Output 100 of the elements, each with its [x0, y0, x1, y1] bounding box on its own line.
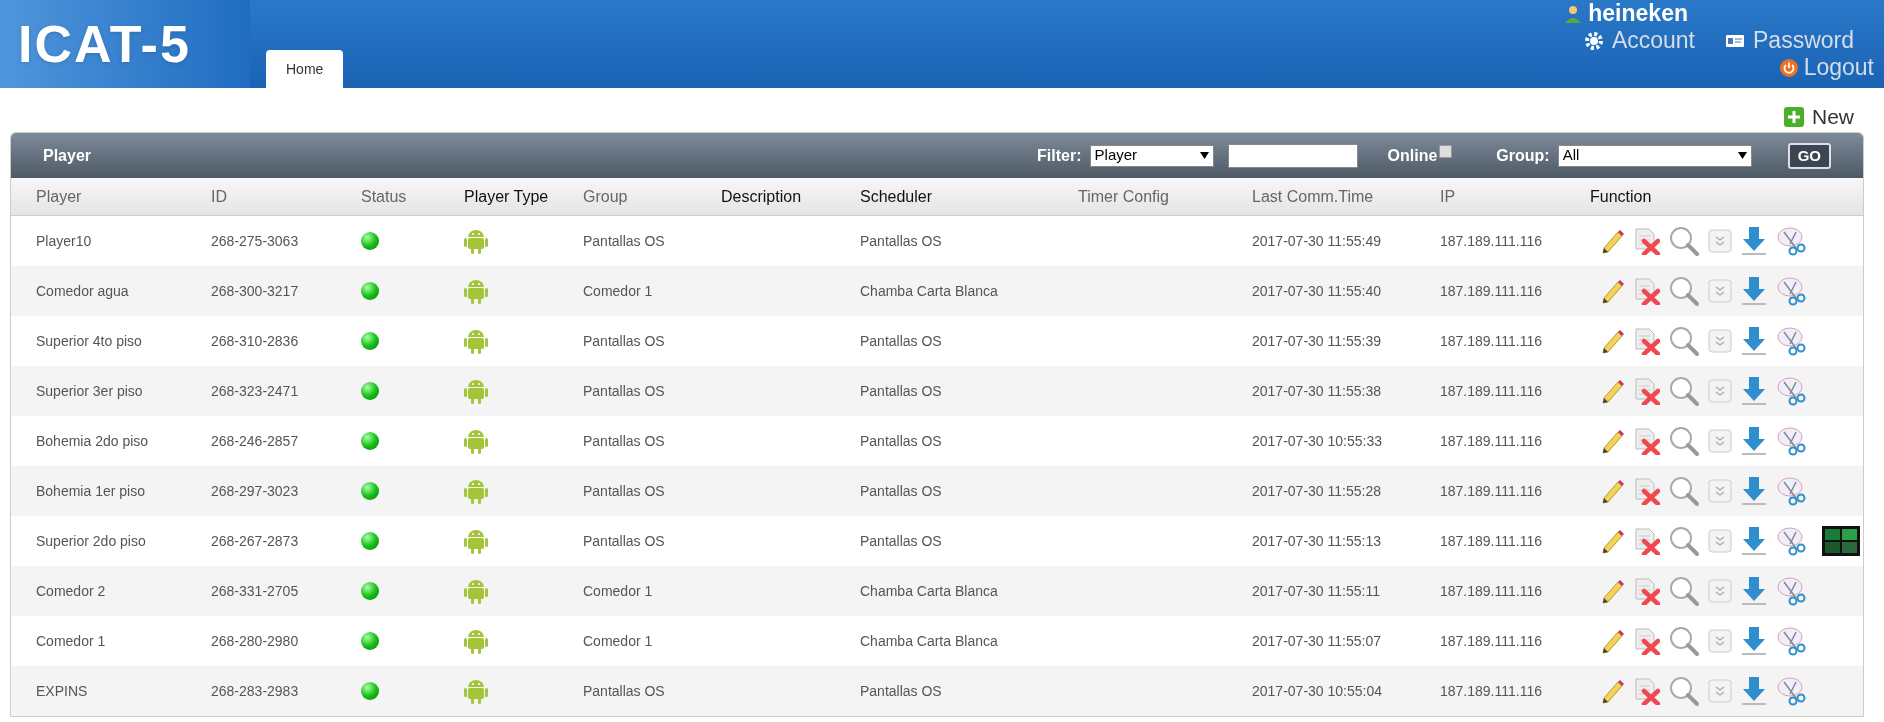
search-icon[interactable] — [1668, 275, 1700, 307]
logout-link[interactable]: Logout — [1779, 54, 1874, 81]
double-chevron-icon[interactable] — [1708, 429, 1732, 453]
table-cell-text: 2017-07-30 10:55:33 — [1252, 431, 1383, 451]
panel-title: Player — [43, 145, 92, 166]
table-cell-text: EXPINS — [36, 681, 89, 701]
double-chevron-icon[interactable] — [1708, 679, 1732, 703]
table-cell-text: Chamba Carta Blanca — [860, 281, 999, 301]
user-icon — [1564, 4, 1583, 23]
table-cell-text: Pantallas OS — [583, 331, 666, 351]
table-cell-text: 268-300-3217 — [211, 281, 300, 301]
scissors-icon[interactable] — [1776, 576, 1806, 606]
double-chevron-icon[interactable] — [1708, 379, 1732, 403]
search-icon[interactable] — [1668, 525, 1700, 557]
screen-thumbnail[interactable] — [1822, 526, 1860, 556]
scissors-icon[interactable] — [1776, 676, 1806, 706]
go-button[interactable]: GO — [1787, 142, 1831, 169]
double-chevron-icon[interactable] — [1708, 629, 1732, 653]
column-header[interactable]: Timer Config — [1078, 184, 1252, 209]
password-link[interactable]: Password — [1725, 27, 1854, 54]
double-chevron-icon[interactable] — [1708, 329, 1732, 353]
pencil-icon[interactable] — [1600, 478, 1626, 504]
search-icon[interactable] — [1668, 575, 1700, 607]
scissors-icon[interactable] — [1776, 626, 1806, 656]
group-select[interactable]: All — [1557, 144, 1752, 167]
table-cell-text: 2017-07-30 10:55:04 — [1252, 681, 1383, 701]
double-chevron-icon[interactable] — [1708, 579, 1732, 603]
search-icon[interactable] — [1668, 625, 1700, 657]
scissors-icon[interactable] — [1776, 426, 1806, 456]
download-arrow-icon[interactable] — [1740, 376, 1768, 406]
filter-input[interactable] — [1227, 143, 1358, 168]
column-header[interactable]: Player — [36, 184, 211, 209]
pencil-icon[interactable] — [1600, 228, 1626, 254]
download-arrow-icon[interactable] — [1740, 226, 1768, 256]
column-header[interactable]: Last Comm.Time — [1252, 184, 1440, 209]
download-arrow-icon[interactable] — [1740, 476, 1768, 506]
download-arrow-icon[interactable] — [1740, 426, 1768, 456]
delete-document-icon[interactable] — [1634, 527, 1660, 555]
filter-label: Filter: — [1037, 145, 1082, 166]
column-header[interactable]: Status — [361, 184, 464, 209]
table-cell-text: Pantallas OS — [583, 381, 666, 401]
android-icon — [464, 577, 488, 605]
delete-document-icon[interactable] — [1634, 277, 1660, 305]
download-arrow-icon[interactable] — [1740, 276, 1768, 306]
column-header[interactable]: Group — [583, 184, 721, 209]
search-icon[interactable] — [1668, 475, 1700, 507]
delete-document-icon[interactable] — [1634, 227, 1660, 255]
delete-document-icon[interactable] — [1634, 477, 1660, 505]
double-chevron-icon[interactable] — [1708, 529, 1732, 553]
pencil-icon[interactable] — [1600, 428, 1626, 454]
double-chevron-icon[interactable] — [1708, 479, 1732, 503]
delete-document-icon[interactable] — [1634, 427, 1660, 455]
search-icon[interactable] — [1668, 675, 1700, 707]
pencil-icon[interactable] — [1600, 278, 1626, 304]
search-icon[interactable] — [1668, 375, 1700, 407]
pencil-icon[interactable] — [1600, 328, 1626, 354]
pencil-icon[interactable] — [1600, 578, 1626, 604]
delete-document-icon[interactable] — [1634, 677, 1660, 705]
table-cell-text: Pantallas OS — [583, 531, 666, 551]
double-chevron-icon[interactable] — [1708, 279, 1732, 303]
column-header[interactable]: ID — [211, 184, 361, 209]
delete-document-icon[interactable] — [1634, 377, 1660, 405]
table-cell-text: 2017-07-30 11:55:07 — [1252, 631, 1382, 651]
delete-document-icon[interactable] — [1634, 627, 1660, 655]
scissors-icon[interactable] — [1776, 376, 1806, 406]
scissors-icon[interactable] — [1776, 526, 1806, 556]
download-arrow-icon[interactable] — [1740, 626, 1768, 656]
nav-tab[interactable]: Home — [266, 50, 344, 88]
pencil-icon[interactable] — [1600, 628, 1626, 654]
table-cell-text: Superior 3er piso — [36, 381, 144, 401]
download-arrow-icon[interactable] — [1740, 326, 1768, 356]
power-icon — [1779, 58, 1798, 77]
scissors-icon[interactable] — [1776, 276, 1806, 306]
search-icon[interactable] — [1668, 325, 1700, 357]
pencil-icon[interactable] — [1600, 378, 1626, 404]
filter-select[interactable]: Player — [1089, 144, 1214, 167]
scissors-icon[interactable] — [1776, 226, 1806, 256]
table-cell-text: 187.189.111.116 — [1440, 231, 1543, 251]
download-arrow-icon[interactable] — [1740, 526, 1768, 556]
online-checkbox[interactable] — [1439, 145, 1453, 158]
column-header: Player Type — [464, 186, 550, 207]
download-arrow-icon[interactable] — [1740, 676, 1768, 706]
delete-document-icon[interactable] — [1634, 577, 1660, 605]
table-cell-text: 187.189.111.116 — [1440, 431, 1543, 451]
table-cell-text: 2017-07-30 11:55:13 — [1252, 531, 1382, 551]
search-icon[interactable] — [1668, 425, 1700, 457]
double-chevron-icon[interactable] — [1708, 229, 1732, 253]
pencil-icon[interactable] — [1600, 528, 1626, 554]
scissors-icon[interactable] — [1776, 326, 1806, 356]
search-icon[interactable] — [1668, 225, 1700, 257]
pencil-icon[interactable] — [1600, 678, 1626, 704]
new-button[interactable]: New — [1784, 102, 1854, 132]
table-cell-text: Pantallas OS — [860, 381, 943, 401]
table-cell-text: 187.189.111.116 — [1440, 631, 1543, 651]
account-link[interactable]: Account — [1583, 27, 1695, 54]
delete-document-icon[interactable] — [1634, 327, 1660, 355]
table-cell-text: Pantallas OS — [583, 431, 666, 451]
download-arrow-icon[interactable] — [1740, 576, 1768, 606]
column-header[interactable]: IP — [1440, 184, 1590, 209]
scissors-icon[interactable] — [1776, 476, 1806, 506]
